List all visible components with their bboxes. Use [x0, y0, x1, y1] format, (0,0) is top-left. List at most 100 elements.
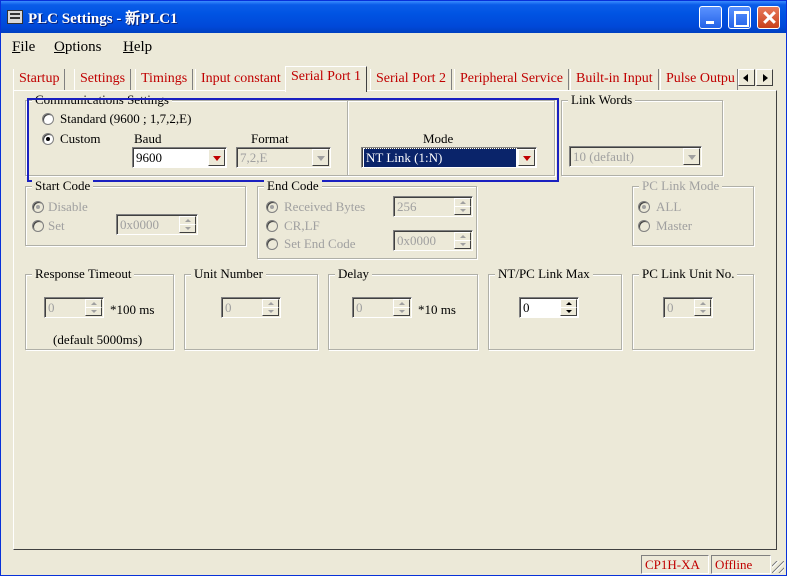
unit-number-value: 0 [225, 300, 232, 315]
link-words-combo[interactable]: 10 (default) [569, 146, 702, 167]
response-timeout-legend: Response Timeout [32, 266, 135, 282]
nt-pc-link-max-spinner[interactable]: 0 [519, 297, 579, 318]
nt-pc-link-max-group: NT/PC Link Max 0 [488, 266, 622, 350]
pc-link-master-label: Master [656, 218, 693, 233]
start-code-group: Start Code Disable Set 0x0000 [25, 178, 246, 246]
tab-startup[interactable]: Startup [13, 69, 66, 91]
received-bytes-radio[interactable] [266, 201, 278, 213]
communications-settings-group: Communications Settings Standard (9600 ;… [25, 92, 555, 176]
received-bytes-spinner[interactable]: 256 [393, 196, 473, 217]
end-code-legend: End Code [264, 178, 322, 194]
communications-settings-legend: Communications Settings [32, 92, 172, 108]
tab-settings[interactable]: Settings [74, 69, 132, 91]
custom-label: Custom [60, 131, 101, 146]
start-set-radio[interactable] [32, 220, 44, 232]
title-bar[interactable]: PLC Settings - 新PLC1 [1, 1, 786, 33]
close-button[interactable] [757, 6, 780, 29]
link-words-group: Link Words 10 (default) [561, 92, 723, 176]
start-disable-label: Disable [48, 199, 88, 214]
received-bytes-value: 256 [397, 199, 417, 214]
standard-radio[interactable] [42, 113, 54, 125]
spin-down-icon[interactable] [85, 307, 102, 316]
delay-legend: Delay [335, 266, 373, 282]
crlf-radio[interactable] [266, 220, 278, 232]
response-timeout-note: (default 5000ms) [53, 332, 143, 347]
format-label: Format [251, 131, 289, 146]
delay-value: 0 [356, 300, 363, 315]
app-icon[interactable] [7, 10, 23, 24]
baud-combo[interactable]: 9600 [132, 147, 227, 168]
nt-pc-link-max-legend: NT/PC Link Max [495, 266, 593, 282]
tab-strip: Startup Settings Timings Input constant … [13, 66, 777, 92]
start-code-spinner[interactable]: 0x0000 [116, 214, 198, 235]
window-title: PLC Settings - 新PLC1 [28, 11, 178, 27]
tab-serial-port-1[interactable]: Serial Port 1 [285, 66, 367, 92]
format-value: 7,2,E [240, 150, 268, 165]
unit-number-spinner[interactable]: 0 [221, 297, 281, 318]
received-bytes-label: Received Bytes [284, 199, 366, 214]
spin-down-icon[interactable] [454, 206, 471, 215]
response-timeout-value: 0 [48, 300, 55, 315]
start-disable-radio[interactable] [32, 201, 44, 213]
pc-link-unit-no-spinner[interactable]: 0 [663, 297, 713, 318]
chevron-down-icon[interactable] [208, 149, 225, 166]
spin-down-icon[interactable] [393, 307, 410, 316]
tab-input-constant[interactable]: Input constant [195, 69, 287, 91]
spin-down-icon[interactable] [454, 240, 471, 249]
set-end-code-spinner[interactable]: 0x0000 [393, 230, 473, 251]
response-timeout-unit: *100 ms [110, 302, 155, 317]
tab-built-in-input[interactable]: Built-in Input [570, 69, 659, 91]
format-combo[interactable]: 7,2,E [236, 147, 331, 168]
resize-grip-icon[interactable] [772, 561, 784, 573]
custom-radio[interactable] [42, 133, 54, 145]
spin-down-icon[interactable] [262, 307, 279, 316]
end-code-group: End Code Received Bytes 256 CR,LF Set En… [257, 178, 477, 259]
pc-link-mode-group: PC Link Mode ALL Master [632, 178, 754, 246]
pc-link-unit-no-group: PC Link Unit No. 0 [632, 266, 754, 350]
delay-unit: *10 ms [418, 302, 456, 317]
mode-value: NT Link (1:N) [363, 148, 517, 168]
minimize-button[interactable] [699, 6, 722, 29]
pc-link-unit-no-legend: PC Link Unit No. [639, 266, 738, 282]
status-model: CP1H-XA [641, 555, 709, 574]
chevron-down-icon[interactable] [683, 148, 700, 165]
unit-number-group: Unit Number 0 [184, 266, 318, 350]
tab-scroll-right-icon[interactable] [756, 69, 773, 86]
spin-down-icon[interactable] [694, 307, 711, 316]
crlf-label: CR,LF [284, 218, 320, 233]
pc-link-unit-no-value: 0 [667, 300, 674, 315]
tab-timings[interactable]: Timings [135, 69, 194, 91]
menu-file[interactable]: File [12, 39, 35, 56]
menu-options[interactable]: Options [54, 39, 102, 56]
response-timeout-spinner[interactable]: 0 [44, 297, 104, 318]
pc-link-all-label: ALL [656, 199, 682, 214]
menu-help[interactable]: Help [123, 39, 152, 56]
chevron-down-icon[interactable] [518, 149, 535, 166]
tab-scroll-left-icon[interactable] [738, 69, 755, 86]
pc-link-master-radio[interactable] [638, 220, 650, 232]
start-set-label: Set [48, 218, 65, 233]
comm-divider [347, 101, 348, 175]
link-words-legend: Link Words [568, 92, 636, 108]
delay-group: Delay 0 *10 ms [328, 266, 478, 350]
mode-label: Mode [423, 131, 454, 146]
tab-pulse-output[interactable]: Pulse Outpu [660, 69, 738, 91]
chevron-down-icon[interactable] [312, 149, 329, 166]
response-timeout-group: Response Timeout 0 *100 ms (default 5000… [25, 266, 174, 350]
pc-link-mode-legend: PC Link Mode [639, 178, 723, 194]
pc-link-all-radio[interactable] [638, 201, 650, 213]
mode-combo[interactable]: NT Link (1:N) [361, 147, 537, 168]
maximize-button[interactable] [728, 6, 751, 29]
spin-down-icon[interactable] [560, 307, 577, 316]
link-words-value: 10 (default) [573, 149, 635, 164]
standard-label: Standard (9600 ; 1,7,2,E) [60, 111, 192, 126]
tab-serial-port-2[interactable]: Serial Port 2 [370, 69, 452, 91]
start-code-value: 0x0000 [120, 217, 159, 232]
nt-pc-link-max-value: 0 [523, 300, 530, 315]
start-code-legend: Start Code [32, 178, 94, 194]
spin-down-icon[interactable] [179, 224, 196, 233]
delay-spinner[interactable]: 0 [352, 297, 412, 318]
status-state: Offline [711, 555, 771, 574]
set-end-code-radio[interactable] [266, 238, 278, 250]
tab-peripheral-service[interactable]: Peripheral Service [454, 69, 570, 91]
